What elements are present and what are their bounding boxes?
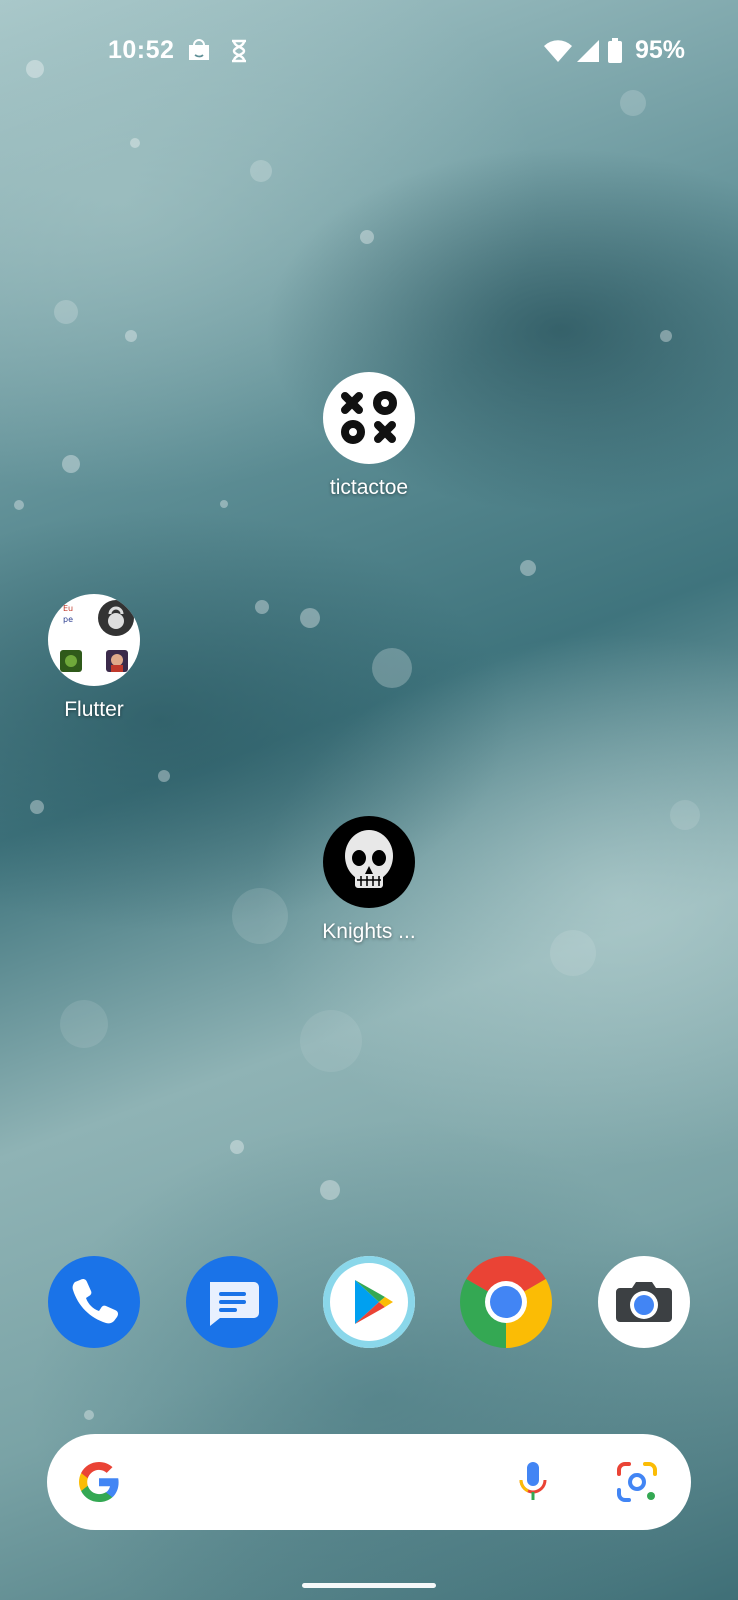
skull-icon [323,816,415,908]
folder-icon: Eu pe [48,594,140,686]
folder-flutter[interactable]: Eu pe Flutter [24,594,164,722]
app-knights[interactable]: Knights ... [299,816,439,944]
green-app-icon [60,650,82,672]
google-search-bar[interactable] [47,1434,691,1530]
hourglass-icon [226,38,252,64]
dock-messages[interactable] [186,1256,278,1348]
wifi-icon [543,38,573,64]
app-label: tictactoe [329,476,409,499]
status-bar: 10:52 95% [0,0,738,104]
app-tictactoe[interactable]: tictactoe [299,372,439,500]
messages-icon [210,1282,259,1326]
play-store-icon [355,1280,393,1324]
cell-signal-icon [575,38,601,64]
google-lens-icon[interactable] [613,1458,661,1506]
dock-phone[interactable] [48,1256,140,1348]
dock-play-store[interactable] [323,1256,415,1348]
folder-label: Flutter [64,698,124,721]
svg-text:pe: pe [63,615,73,624]
amazon-shopping-icon [186,38,212,64]
status-time: 10:52 [108,36,175,64]
microphone-icon[interactable] [509,1458,557,1506]
battery-percent: 95% [634,36,685,64]
google-g-icon [79,1462,119,1502]
dock-chrome[interactable] [460,1256,552,1348]
wallpaper [0,0,738,1600]
europe-app-icon: Eu pe [62,602,84,624]
xo-ox-icon [323,372,415,464]
kettlebell-app-icon [98,600,134,636]
chrome-icon [460,1256,552,1348]
phone-icon [72,1278,119,1324]
gesture-nav-handle[interactable] [302,1583,436,1588]
svg-text:Eu: Eu [63,604,73,613]
camera-icon [616,1282,672,1322]
battery-icon [607,38,623,64]
app-label: Knights ... [322,920,416,943]
character-app-icon [106,650,128,672]
dock-camera[interactable] [598,1256,690,1348]
